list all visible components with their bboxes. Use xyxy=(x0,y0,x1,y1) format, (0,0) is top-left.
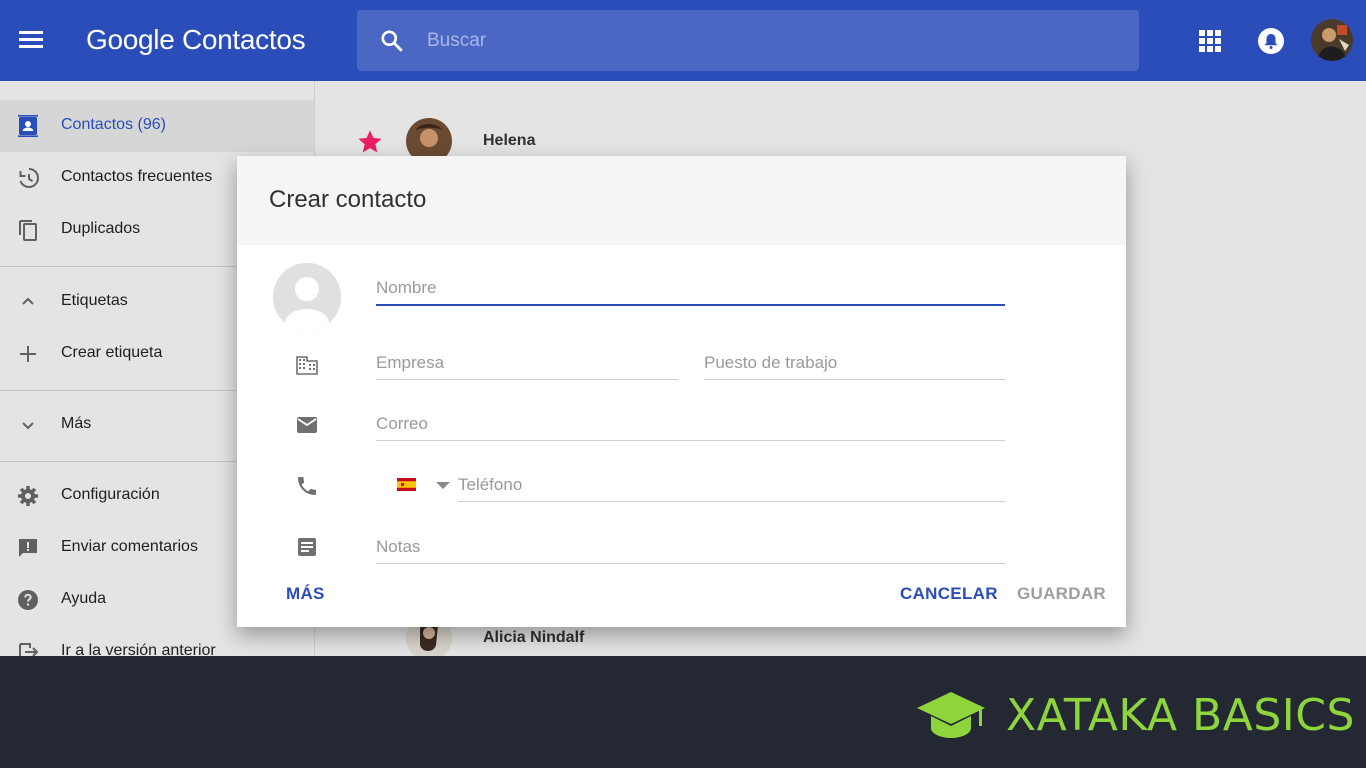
name-field[interactable] xyxy=(376,272,1005,306)
star-icon[interactable] xyxy=(356,128,384,156)
notes-icon xyxy=(298,538,316,556)
sidebar-item-label: Duplicados xyxy=(61,220,141,237)
country-dropdown-icon[interactable] xyxy=(436,482,450,489)
sidebar-item-label: Etiquetas xyxy=(61,292,128,309)
cancel-button[interactable]: CANCELAR xyxy=(900,584,998,604)
job-title-field[interactable] xyxy=(704,346,1005,380)
search-icon[interactable] xyxy=(379,28,405,54)
notifications-icon[interactable] xyxy=(1257,27,1285,55)
phone-icon xyxy=(298,477,316,495)
sidebar-item-label: Más xyxy=(61,415,92,432)
account-avatar[interactable] xyxy=(1311,19,1353,61)
chevron-up-icon xyxy=(22,297,34,305)
top-app-bar: Google Contactos xyxy=(0,0,1366,81)
exit-icon xyxy=(19,643,39,656)
sidebar-item-label: Configuración xyxy=(61,486,160,503)
contacts-icon xyxy=(18,115,38,137)
duplicate-icon xyxy=(19,220,37,241)
spain-flag-icon[interactable] xyxy=(397,478,416,491)
notes-field[interactable] xyxy=(376,530,1005,564)
sidebar-item-label: Contactos frecuentes xyxy=(61,168,213,185)
chevron-down-icon xyxy=(22,422,34,430)
graduation-cap-logo-icon xyxy=(917,692,985,738)
dialog-title: Crear contacto xyxy=(269,186,427,213)
contact-name: Alicia Nindalf xyxy=(483,629,585,646)
search-input[interactable] xyxy=(427,28,1107,54)
save-button[interactable]: GUARDAR xyxy=(1017,584,1106,604)
menu-icon[interactable] xyxy=(16,27,46,55)
sidebar-item-previous-version[interactable]: Ir a la versión anterior xyxy=(0,626,314,656)
email-field[interactable] xyxy=(376,407,1005,441)
gear-icon xyxy=(18,486,38,506)
search-box[interactable] xyxy=(357,10,1139,71)
sidebar-item-label: Crear etiqueta xyxy=(61,344,163,361)
brand-wordmark: XATAKA BASICS xyxy=(1006,690,1355,741)
contact-name: Helena xyxy=(483,132,536,149)
email-icon xyxy=(297,417,317,433)
phone-field[interactable] xyxy=(458,468,1005,502)
sidebar-item-contacts[interactable]: Contactos (96) xyxy=(0,100,314,152)
business-icon xyxy=(296,356,318,375)
apps-icon[interactable] xyxy=(1199,30,1221,52)
sidebar-item-label: Enviar comentarios xyxy=(61,538,198,555)
sidebar-item-label: Ir a la versión anterior xyxy=(61,642,216,656)
sidebar-item-label: Ayuda xyxy=(61,590,107,607)
plus-icon xyxy=(20,346,36,362)
history-icon xyxy=(19,168,39,188)
dialog-header: Crear contacto xyxy=(237,156,1126,245)
person-icon xyxy=(273,263,341,331)
company-field[interactable] xyxy=(376,346,678,380)
sidebar-item-label: Contactos (96) xyxy=(61,116,166,133)
help-icon xyxy=(18,590,38,610)
app-title: Google Contactos xyxy=(86,24,306,55)
create-contact-dialog: Crear contacto MÁS CANCELAR GUARDAR xyxy=(237,156,1126,627)
contact-photo-placeholder[interactable] xyxy=(273,263,341,331)
feedback-icon xyxy=(19,539,37,557)
more-button[interactable]: MÁS xyxy=(286,584,325,604)
